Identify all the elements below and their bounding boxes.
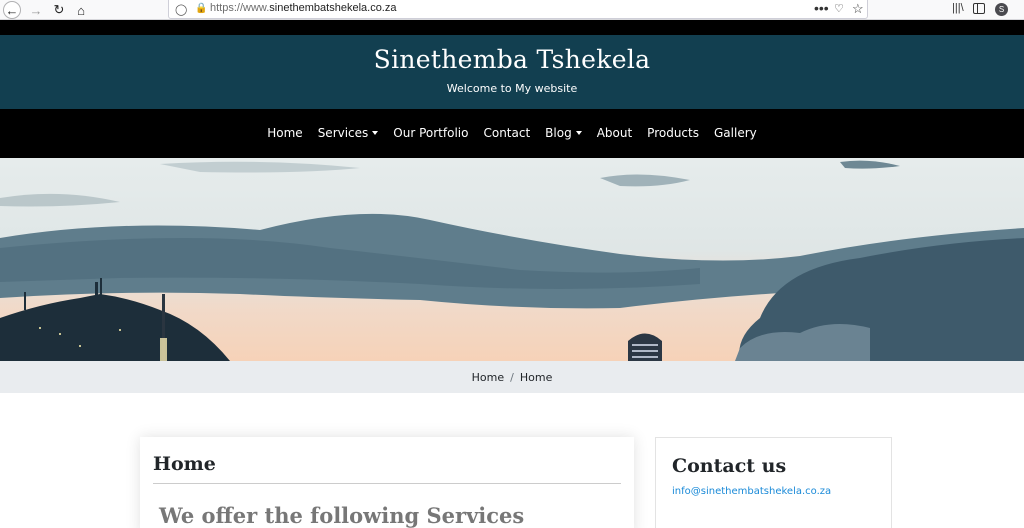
forward-icon[interactable]: →: [27, 1, 45, 19]
reload-icon[interactable]: ↻: [50, 1, 68, 19]
skyline-illustration: [0, 158, 1024, 361]
site-header: Sinethemba Tshekela Welcome to My websit…: [0, 35, 1024, 109]
nav-item-label: Home: [267, 126, 303, 140]
title-divider: [153, 483, 621, 484]
breadcrumb-separator: /: [510, 371, 514, 384]
contact-title: Contact us: [672, 455, 787, 477]
breadcrumb: Home / Home: [0, 361, 1024, 393]
site-title[interactable]: Sinethemba Tshekela: [0, 45, 1024, 74]
back-icon[interactable]: ←: [3, 1, 21, 19]
nav-item-blog[interactable]: Blog: [538, 126, 590, 140]
top-strip: [0, 20, 1024, 35]
caret-down-icon: [372, 131, 379, 135]
browser-toolbar: ← → ↻ ⌂ ◯ 🔒 https://www.sinethembatsheke…: [0, 0, 1024, 20]
breadcrumb-current: Home: [519, 371, 553, 384]
library-icon[interactable]: |||\: [952, 2, 964, 14]
url-bar[interactable]: ◯ 🔒 https://www.sinethembatshekela.co.za…: [168, 0, 868, 19]
url-scheme: https://www.: [210, 2, 270, 14]
lock-icon[interactable]: 🔒: [195, 3, 207, 14]
home-icon[interactable]: ⌂: [72, 1, 90, 19]
star-icon[interactable]: ☆: [852, 1, 864, 17]
main-nav: Home Services Our Portfolio Contact Blog…: [0, 109, 1024, 158]
shield-icon[interactable]: ◯: [175, 3, 187, 16]
caret-down-icon: [575, 131, 582, 135]
account-icon[interactable]: S: [995, 3, 1008, 16]
nav-item-gallery[interactable]: Gallery: [707, 126, 765, 140]
nav-item-label: Gallery: [714, 126, 757, 140]
url-domain: sinethembatshekela.co.za: [269, 2, 397, 14]
nav-item-services[interactable]: Services: [310, 126, 386, 140]
nav-item-label: Products: [647, 126, 699, 140]
sidebar-icon[interactable]: [973, 3, 985, 14]
site-tagline: Welcome to My website: [446, 82, 578, 95]
page-title: Home: [153, 453, 216, 475]
contact-sidebar-card: Contact us info@sinethembatshekela.co.za: [655, 437, 892, 528]
hero-banner-image: [0, 158, 1024, 361]
url-text[interactable]: https://www.sinethembatshekela.co.za: [210, 2, 396, 14]
breadcrumb-home-link[interactable]: Home: [472, 371, 504, 384]
services-heading: We offer the following Services: [159, 503, 525, 528]
nav-item-label: Blog: [545, 126, 572, 140]
nav-item-label: Our Portfolio: [393, 126, 469, 140]
nav-item-products[interactable]: Products: [640, 126, 707, 140]
nav-item-our-portfolio[interactable]: Our Portfolio: [386, 126, 476, 140]
main-content-card: Home We offer the following Services: [140, 437, 634, 528]
nav-item-home[interactable]: Home: [260, 126, 310, 140]
contact-email-link[interactable]: info@sinethembatshekela.co.za: [672, 486, 831, 497]
pocket-icon[interactable]: ♡: [834, 2, 844, 15]
nav-item-label: Contact: [483, 126, 531, 140]
nav-item-about[interactable]: About: [589, 126, 639, 140]
nav-item-label: Services: [317, 126, 369, 140]
nav-item-label: About: [596, 126, 633, 140]
more-icon[interactable]: •••: [814, 0, 829, 16]
nav-item-contact[interactable]: Contact: [476, 126, 538, 140]
